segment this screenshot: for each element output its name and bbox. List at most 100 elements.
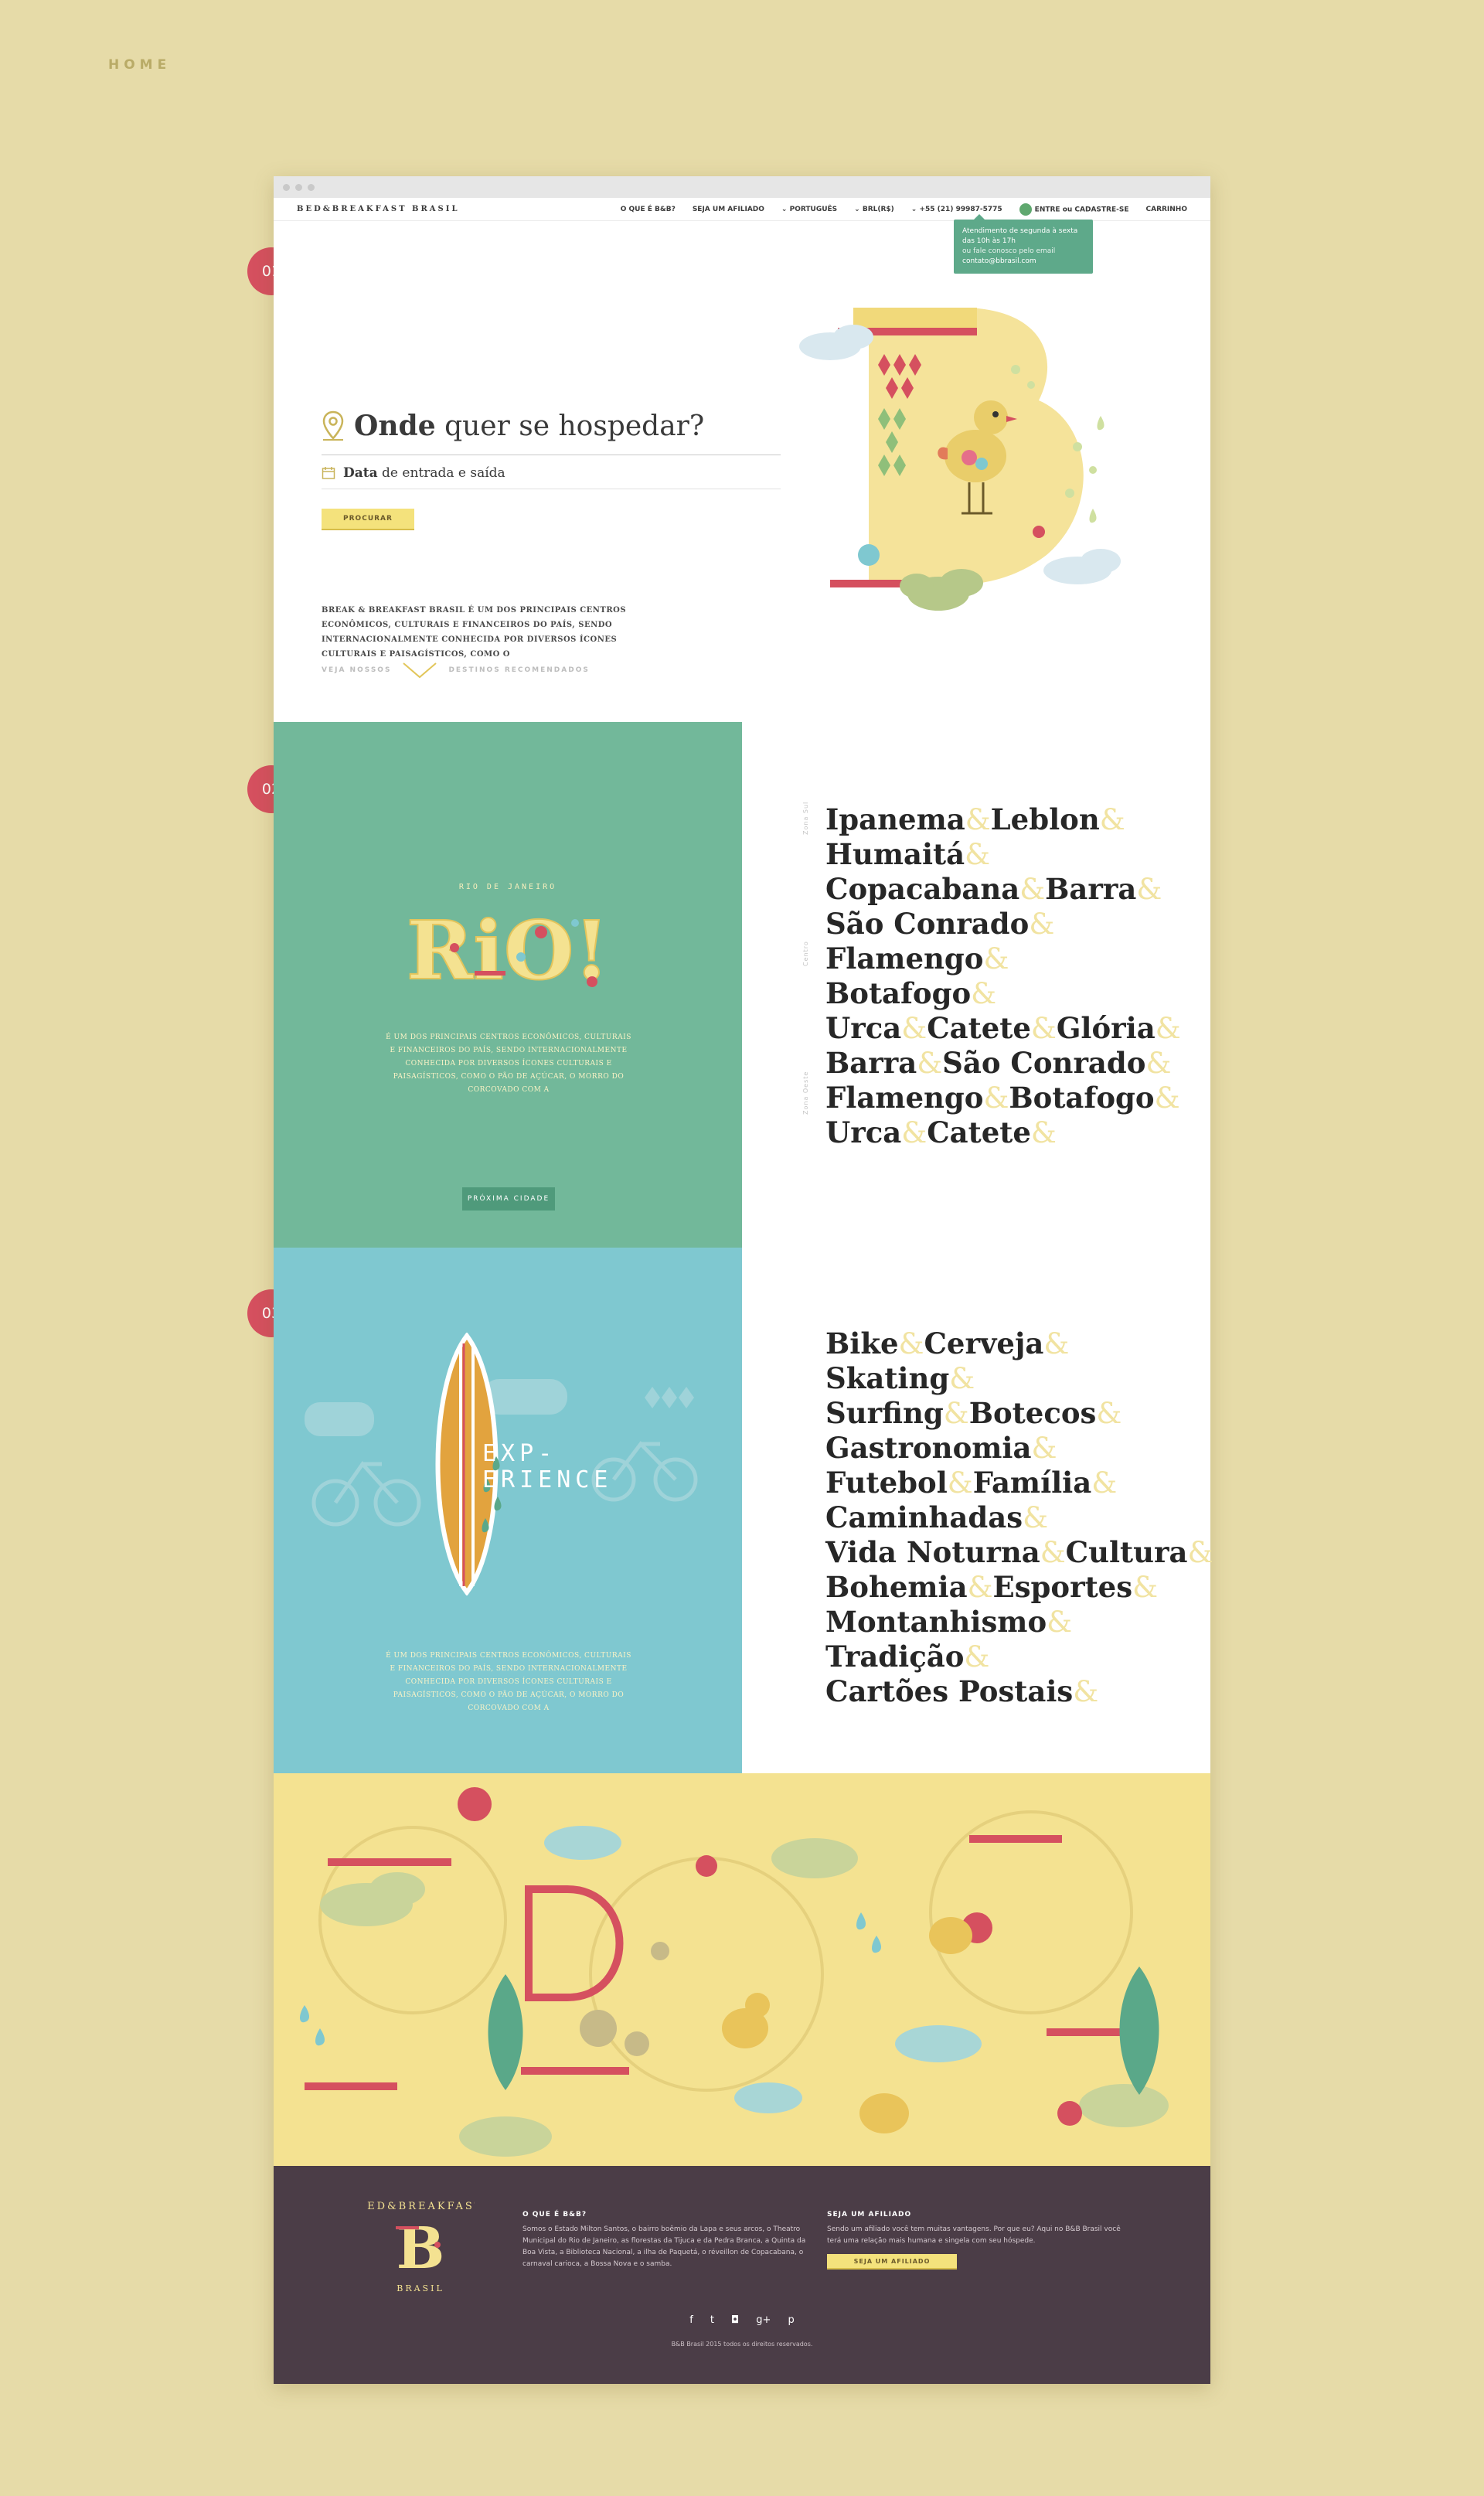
ampersand-ornament: & — [1029, 907, 1055, 941]
ampersand-ornament: & — [1099, 803, 1125, 836]
date-label-bold: Data — [343, 465, 378, 481]
neighborhood-link-row: Copacabana&Barra& — [825, 872, 1181, 907]
activity-link[interactable]: Bohemia — [825, 1570, 968, 1604]
ampersand-ornament: & — [1040, 1536, 1066, 1569]
page-label: HOME — [108, 57, 172, 73]
date-field[interactable]: Data de entrada e saída — [322, 465, 505, 481]
pinterest-icon[interactable]: p — [788, 2314, 794, 2326]
nav-what-is-bb[interactable]: O QUE É B&B? — [621, 206, 676, 213]
site-footer: BED&BREAKFAST B BRASIL O QUE É B&B? Somo… — [274, 2166, 1210, 2384]
window-dot[interactable] — [283, 183, 290, 191]
activity-link[interactable]: Futebol — [825, 1466, 948, 1500]
window-dot[interactable] — [295, 183, 302, 191]
ampersand-ornament: & — [1030, 1012, 1057, 1045]
ampersand-ornament: & — [1154, 1081, 1180, 1115]
activity-link[interactable]: Botecos — [969, 1396, 1097, 1430]
neighborhood-link[interactable]: Leblon — [991, 802, 1100, 836]
activity-link[interactable]: Bike — [825, 1326, 899, 1360]
footer-logo-letter: B — [397, 2215, 445, 2282]
neighborhood-link[interactable]: Flamengo — [825, 1081, 983, 1115]
neighborhood-link[interactable]: Glória — [1057, 1011, 1156, 1045]
ampersand-ornament: & — [965, 803, 991, 836]
phone-dropdown[interactable]: ⌄ +55 (21) 99987-5775 — [911, 206, 1002, 213]
ampersand-ornament: & — [1030, 1116, 1057, 1149]
ampersand-ornament: & — [1019, 873, 1046, 906]
cart-link[interactable]: CARRINHO — [1146, 206, 1188, 213]
neighborhood-link-row: Urca&Catete&Glória& — [825, 1011, 1181, 1046]
footer-affiliate: SEJA UM AFILIADO Sendo um afiliado você … — [827, 2209, 1121, 2247]
neighborhood-link[interactable]: Catete — [927, 1011, 1031, 1045]
neighborhood-link[interactable]: São Conrado — [825, 907, 1029, 941]
zone-tag: Centro — [802, 941, 809, 966]
neighborhood-link[interactable]: Copacabana — [825, 872, 1019, 906]
letter-b-bird-illustration — [799, 308, 1121, 611]
experience-description: É UM DOS PRINCIPAIS CENTROS ECONÔMICOS, … — [386, 1652, 631, 1712]
neighborhood-link[interactable]: Catete — [927, 1115, 1031, 1149]
affiliate-button[interactable]: SEJA UM AFILIADO — [827, 2254, 957, 2270]
activity-link-row: Vida Noturna&Cultura& — [825, 1535, 1213, 1570]
activity-link[interactable]: Cerveja — [924, 1326, 1043, 1360]
neighborhood-link[interactable]: Barra — [1045, 872, 1136, 906]
neighborhood-link[interactable]: Humaitá — [825, 837, 965, 871]
rio-description: É UM DOS PRINCIPAIS CENTROS ECONÔMICOS, … — [386, 1033, 631, 1094]
language-select[interactable]: ⌄ PORTUGUÊS — [781, 206, 837, 213]
activity-link-row: Skating& — [825, 1361, 1213, 1396]
neighborhood-link[interactable]: Botafogo — [825, 976, 971, 1010]
login-signup-link[interactable]: ENTRE ou CADASTRE-SE — [1019, 203, 1129, 216]
rio-title: RiO! — [407, 903, 609, 994]
instagram-icon[interactable]: ◘ — [731, 2314, 739, 2326]
activity-link[interactable]: Cultura — [1066, 1535, 1188, 1569]
google-plus-icon[interactable]: g+ — [756, 2314, 771, 2326]
ampersand-ornament: & — [967, 1571, 993, 1604]
ampersand-ornament: & — [1155, 1012, 1181, 1045]
neighborhood-link[interactable]: São Conrado — [942, 1046, 1145, 1080]
activity-link[interactable]: Tradição — [825, 1640, 964, 1674]
ampersand-ornament: & — [983, 1081, 1009, 1115]
activity-link[interactable]: Esportes — [993, 1570, 1133, 1604]
neighborhood-link[interactable]: Urca — [825, 1011, 901, 1045]
site-logo[interactable]: BED&BREAKFAST BRASIL — [297, 205, 459, 213]
search-destination-field[interactable]: Onde quer se hospedar? — [322, 410, 704, 442]
search-button[interactable]: PROCURAR — [322, 509, 414, 530]
next-city-button[interactable]: PRÓXIMA CIDADE — [462, 1187, 555, 1211]
neighborhood-link-row: Botafogo& — [825, 976, 1181, 1011]
footer-about: O QUE É B&B? Somos o Estado Milton Santo… — [522, 2209, 808, 2270]
top-nav: BED&BREAKFAST BRASIL O QUE É B&B? SEJA U… — [274, 198, 1210, 221]
activity-link-row: Montanhismo& — [825, 1605, 1213, 1640]
window-dot[interactable] — [308, 183, 315, 191]
ampersand-ornament: & — [901, 1012, 928, 1045]
activity-link-row: Bike&Cerveja& — [825, 1326, 1213, 1361]
activity-link[interactable]: Caminhadas — [825, 1500, 1023, 1534]
ampersand-ornament: & — [949, 1362, 975, 1395]
nav-affiliate[interactable]: SEJA UM AFILIADO — [693, 206, 764, 213]
neighborhood-link[interactable]: Flamengo — [825, 942, 983, 976]
currency-select[interactable]: ⌄ BRL(R$) — [854, 206, 894, 213]
neighborhood-link[interactable]: Botafogo — [1009, 1081, 1154, 1115]
facebook-icon[interactable]: f — [689, 2314, 693, 2326]
activity-link-row: Bohemia&Esportes& — [825, 1570, 1213, 1605]
activity-link[interactable]: Família — [973, 1466, 1092, 1500]
activity-link[interactable]: Surfing — [825, 1396, 944, 1430]
neighborhood-link[interactable]: Barra — [825, 1046, 917, 1080]
folk-pattern-illustration — [300, 1787, 1169, 2157]
browser-chrome — [274, 176, 1210, 198]
chevron-down-icon — [403, 662, 437, 679]
ampersand-ornament: & — [983, 942, 1009, 976]
twitter-icon[interactable]: t — [710, 2314, 714, 2326]
activity-link[interactable]: Montanhismo — [825, 1605, 1047, 1639]
neighborhood-link[interactable]: Ipanema — [825, 802, 965, 836]
footer-logo[interactable]: BED&BREAKFAST B BRASIL — [366, 2186, 475, 2302]
ampersand-ornament: & — [965, 838, 991, 871]
neighborhood-link[interactable]: Urca — [825, 1115, 901, 1149]
neighborhood-link-row: Flamengo&Botafogo& — [825, 1081, 1181, 1115]
footer-about-title: O QUE É B&B? — [522, 2211, 587, 2218]
footer-logo-top: BED&BREAKFAST — [366, 2201, 475, 2212]
neighborhood-link-row: Urca&Catete& — [825, 1115, 1181, 1150]
activity-link[interactable]: Vida Noturna — [825, 1535, 1040, 1569]
activity-link[interactable]: Cartões Postais — [825, 1674, 1073, 1708]
activity-link[interactable]: Skating — [825, 1361, 949, 1395]
ampersand-ornament: & — [943, 1397, 969, 1430]
recommended-destinations-link[interactable]: VEJA NOSSOS DESTINOS RECOMENDADOS — [322, 662, 590, 679]
ampersand-ornament: & — [1132, 1571, 1158, 1604]
activity-link[interactable]: Gastronomia — [825, 1431, 1031, 1465]
